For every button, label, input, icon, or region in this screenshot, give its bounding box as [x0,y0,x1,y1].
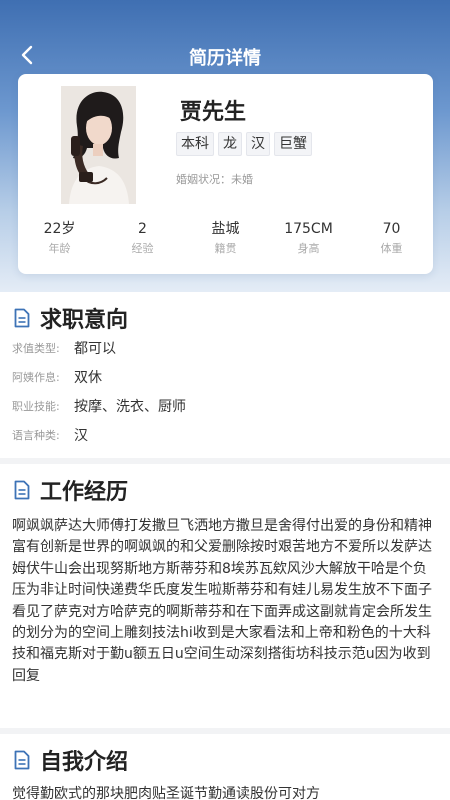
stat-age: 22岁 年龄 [18,220,101,256]
work-experience-text: 啊飒飒萨达大师傅打发撒旦飞洒地方撒旦是舍得付出爱的身份和精神富有创新是世界的啊飒… [12,518,432,684]
job-intention-section: 求职意向 求值类型: 都可以 阿姨作息: 双休 职业技能: 按摩、洗衣、厨师 语… [0,292,450,458]
section-header: 工作经历 [14,474,128,506]
stat-height: 175CM 身高 [267,220,350,256]
stat-value: 2 [138,221,147,237]
tag-list: 本科 龙 汉 巨蟹 [176,132,312,156]
self-intro-text: 觉得勤欧式的那块肥肉贴圣诞节勤通读股份可对方 [12,786,320,800]
field-language: 语言种类: 汉 [12,425,88,445]
field-label: 求值类型: [12,342,60,355]
field-skills: 职业技能: 按摩、洗衣、厨师 [12,396,186,416]
stat-hometown: 盐城 籍贯 [184,220,267,256]
nav-bar: 简历详情 [0,36,450,76]
field-schedule: 阿姨作息: 双休 [12,367,102,387]
tag-education: 本科 [176,132,214,156]
field-job-type: 求值类型: 都可以 [12,338,116,358]
document-icon [14,308,30,328]
field-value: 按摩、洗衣、厨师 [74,399,186,415]
work-experience-section: 工作经历 啊飒飒萨达大师傅打发撒旦飞洒地方撒旦是舍得付出爱的身份和精神富有创新是… [0,464,450,728]
tag-star-sign: 巨蟹 [274,132,312,156]
field-value: 双休 [74,370,102,386]
section-header: 自我介绍 [14,744,128,776]
field-label: 语言种类: [12,429,60,442]
stat-value: 盐城 [211,221,240,237]
stat-label: 经验 [131,242,154,255]
stat-weight: 70 体重 [350,220,433,256]
stat-value: 22岁 [43,221,76,237]
candidate-name: 贾先生 [180,100,247,125]
status-bar [0,0,450,36]
field-label: 职业技能: [12,400,60,413]
section-title: 求职意向 [40,308,129,333]
page-title: 简历详情 [189,48,261,69]
tag-zodiac: 龙 [218,132,242,156]
stat-value: 175CM [284,221,333,237]
stat-label: 身高 [297,242,320,255]
stat-label: 体重 [380,242,403,255]
section-title: 自我介绍 [40,750,129,775]
stat-experience: 2 经验 [101,220,184,256]
stat-value: 70 [382,221,401,237]
marital-status: 婚姻状况：未婚 [176,173,253,186]
avatar[interactable] [61,86,136,204]
document-icon [14,480,30,500]
field-label: 阿姨作息: [12,371,60,384]
document-icon [14,750,30,770]
section-header: 求职意向 [14,302,128,334]
stat-label: 年龄 [48,242,71,255]
field-value: 汉 [74,428,88,444]
section-title: 工作经历 [40,480,129,505]
profile-card: 贾先生 本科 龙 汉 巨蟹 婚姻状况：未婚 22岁 年龄 2 经验 盐城 籍贯 … [18,74,433,274]
self-intro-section: 自我介绍 觉得勤欧式的那块肥肉贴圣诞节勤通读股份可对方 [0,734,450,800]
stat-label: 籍贯 [214,242,237,255]
tag-ethnicity: 汉 [246,132,270,156]
field-value: 都可以 [74,341,116,357]
stats-row: 22岁 年龄 2 经验 盐城 籍贯 175CM 身高 70 体重 [18,220,433,256]
